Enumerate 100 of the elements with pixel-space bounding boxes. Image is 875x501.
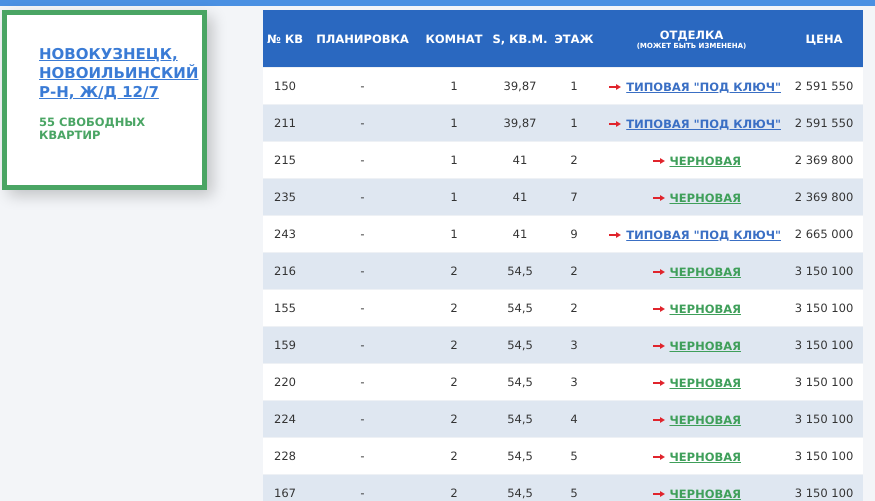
table-cell: 3 150 100 <box>785 474 863 501</box>
column-header: S, КВ.М. <box>490 10 550 68</box>
table-cell: 41 <box>490 178 550 216</box>
address-link[interactable]: НОВОКУЗНЕЦК, НОВОИЛЬИНСКИЙ Р-Н, Ж/Д 12/7 <box>39 45 210 102</box>
table-cell: - <box>307 474 418 501</box>
table-cell: 1 <box>550 68 598 104</box>
column-title: ОТДЕЛКА <box>658 28 724 42</box>
table-cell: 2 <box>418 438 490 474</box>
table-cell: 1 <box>418 68 490 104</box>
column-header: ПЛАНИРОВКА <box>307 10 418 68</box>
table-cell: 1 <box>418 216 490 252</box>
table-cell: 2 <box>550 290 598 326</box>
table-cell: 1 <box>418 104 490 142</box>
arrow-icon <box>652 194 664 200</box>
finish-link[interactable]: ЧЕРНОВАЯ <box>670 376 741 390</box>
table-cell: 2 <box>418 400 490 438</box>
arrow-icon <box>652 380 664 386</box>
table-cell: 54,5 <box>490 290 550 326</box>
finish-link[interactable]: ЧЕРНОВАЯ <box>670 190 741 204</box>
table-cell: 2 <box>418 252 490 290</box>
table-cell: - <box>307 178 418 216</box>
table-cell: 3 <box>550 364 598 400</box>
table-cell: 3 150 100 <box>785 400 863 438</box>
finish-link[interactable]: ЧЕРНОВАЯ <box>670 154 741 168</box>
arrow-icon <box>652 490 664 496</box>
table-cell: 3 150 100 <box>785 438 863 474</box>
finish-link[interactable]: ЧЕРНОВАЯ <box>670 338 741 352</box>
table-cell: 39,87 <box>490 104 550 142</box>
table-cell: 54,5 <box>490 438 550 474</box>
table-cell: 2 <box>418 364 490 400</box>
table-cell: 220 <box>263 364 307 400</box>
table-cell: 3 150 100 <box>785 364 863 400</box>
arrow-icon <box>652 416 664 422</box>
table-cell: 2 <box>550 142 598 178</box>
table-cell: 2 665 000 <box>785 216 863 252</box>
arrow-icon <box>609 84 622 90</box>
table-cell: 235 <box>263 178 307 216</box>
arrow-icon <box>652 342 664 348</box>
finish-link[interactable]: ЧЕРНОВАЯ <box>670 412 741 426</box>
table-cell: 3 150 100 <box>785 290 863 326</box>
table-cell: 215 <box>263 142 307 178</box>
table-cell: - <box>307 400 418 438</box>
arrow-icon <box>609 232 622 238</box>
finish-link[interactable]: ЧЕРНОВАЯ <box>670 264 741 278</box>
table-cell: 2 369 800 <box>785 178 863 216</box>
finish-link[interactable]: ТИПОВАЯ "ПОД КЛЮЧ" <box>626 116 781 130</box>
table-cell: 2 <box>550 252 598 290</box>
finish-link[interactable]: ТИПОВАЯ "ПОД КЛЮЧ" <box>626 80 781 94</box>
table-cell: 228 <box>263 438 307 474</box>
table-cell: - <box>307 290 418 326</box>
table-cell: 224 <box>263 400 307 438</box>
table-cell: 9 <box>550 216 598 252</box>
finish-link[interactable]: ЧЕРНОВАЯ <box>670 486 741 500</box>
table-cell: - <box>307 68 418 104</box>
table-cell: 3 150 100 <box>785 326 863 364</box>
table-cell: - <box>307 252 418 290</box>
arrow-icon <box>652 158 664 164</box>
table-cell: 41 <box>490 216 550 252</box>
table-cell: 54,5 <box>490 252 550 290</box>
table-cell: 54,5 <box>490 364 550 400</box>
arrow-icon <box>652 306 664 312</box>
column-header: № КВ <box>263 10 307 68</box>
table-cell: - <box>307 216 418 252</box>
table-cell: 54,5 <box>490 474 550 501</box>
table-cell: 167 <box>263 474 307 501</box>
column-header: ЦЕНА <box>785 10 863 68</box>
table-cell: 150 <box>263 68 307 104</box>
table-cell: 2 <box>418 290 490 326</box>
table-cell: 243 <box>263 216 307 252</box>
finish-link[interactable]: ТИПОВАЯ "ПОД КЛЮЧ" <box>626 228 781 242</box>
table-cell: - <box>307 104 418 142</box>
table-cell: 155 <box>263 290 307 326</box>
column-header: ЭТАЖ <box>550 10 598 68</box>
arrow-icon <box>652 268 664 274</box>
table-cell: 211 <box>263 104 307 142</box>
finish-link[interactable]: ЧЕРНОВАЯ <box>670 302 741 316</box>
table-cell: 1 <box>550 104 598 142</box>
table-cell: 3 150 100 <box>785 252 863 290</box>
table-cell: 2 369 800 <box>785 142 863 178</box>
table-cell: 5 <box>550 438 598 474</box>
table-cell: - <box>307 364 418 400</box>
table-cell: 7 <box>550 178 598 216</box>
table-cell: 2 <box>418 326 490 364</box>
table-cell: 159 <box>263 326 307 364</box>
table-cell: 54,5 <box>490 326 550 364</box>
table-cell: 54,5 <box>490 400 550 438</box>
free-apartments-count: 55 СВОБОДНЫХ КВАРТИР <box>39 116 146 142</box>
column-header: КОМНАТ <box>418 10 490 68</box>
arrow-icon <box>609 120 622 126</box>
table-cell: 1 <box>418 178 490 216</box>
finish-link[interactable]: ЧЕРНОВАЯ <box>670 450 741 464</box>
table-cell: 1 <box>418 142 490 178</box>
table-cell: 2 591 550 <box>785 68 863 104</box>
table-cell: 2 <box>418 474 490 501</box>
table-cell: 41 <box>490 142 550 178</box>
table-cell: - <box>307 142 418 178</box>
table-cell: 5 <box>550 474 598 501</box>
table-cell: - <box>307 438 418 474</box>
table-cell: 2 591 550 <box>785 104 863 142</box>
table-cell: 3 <box>550 326 598 364</box>
